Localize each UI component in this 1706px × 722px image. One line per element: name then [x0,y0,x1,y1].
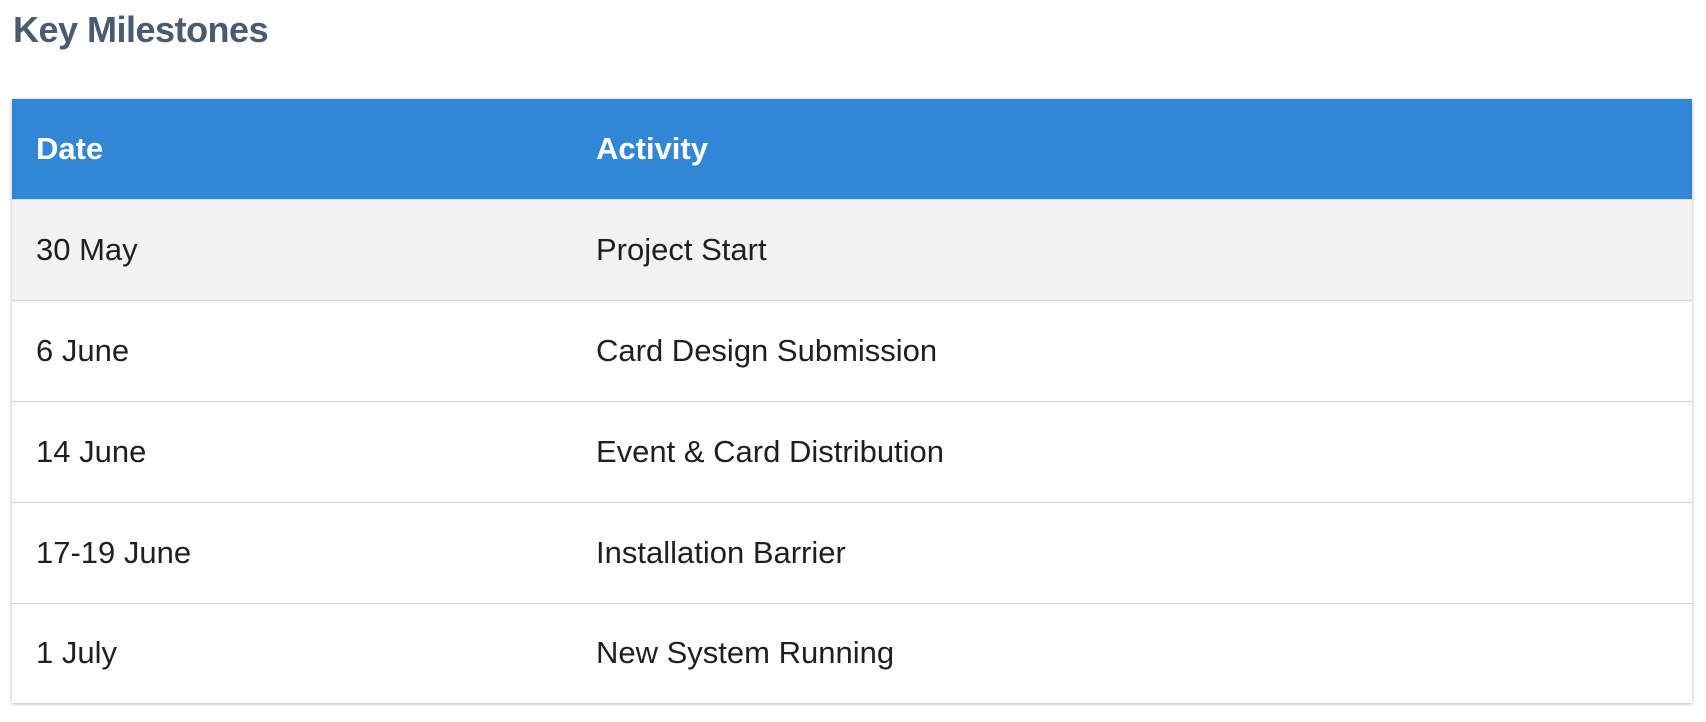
column-header-activity: Activity [572,99,1692,200]
activity-cell: Installation Barrier [572,502,1692,604]
date-cell: 30 May [12,199,572,301]
table-body: 30 May Project Start 6 June Card Design … [12,199,1692,703]
table-header: Date Activity [12,99,1692,200]
page-title: Key Milestones [13,9,269,50]
header-row: Date Activity [12,99,1692,200]
milestones-table: Date Activity 30 May Project Start 6 Jun… [12,99,1692,703]
table-row: 14 June Event & Card Distribution [12,401,1692,503]
milestones-table-container: Date Activity 30 May Project Start 6 Jun… [12,99,1692,703]
date-cell: 6 June [12,300,572,402]
table-row: 30 May Project Start [12,199,1692,301]
activity-cell: Event & Card Distribution [572,401,1692,503]
date-cell: 17-19 June [12,502,572,604]
activity-cell: Card Design Submission [572,300,1692,402]
column-header-date: Date [12,99,572,200]
table-row: 6 June Card Design Submission [12,300,1692,402]
activity-cell: Project Start [572,199,1692,301]
date-cell: 1 July [36,635,117,671]
date-cell: 14 June [12,401,572,503]
table-row: 1 July New System Running [12,603,1692,703]
table-row: 17-19 June Installation Barrier [12,502,1692,604]
activity-cell: New System Running [596,635,895,671]
